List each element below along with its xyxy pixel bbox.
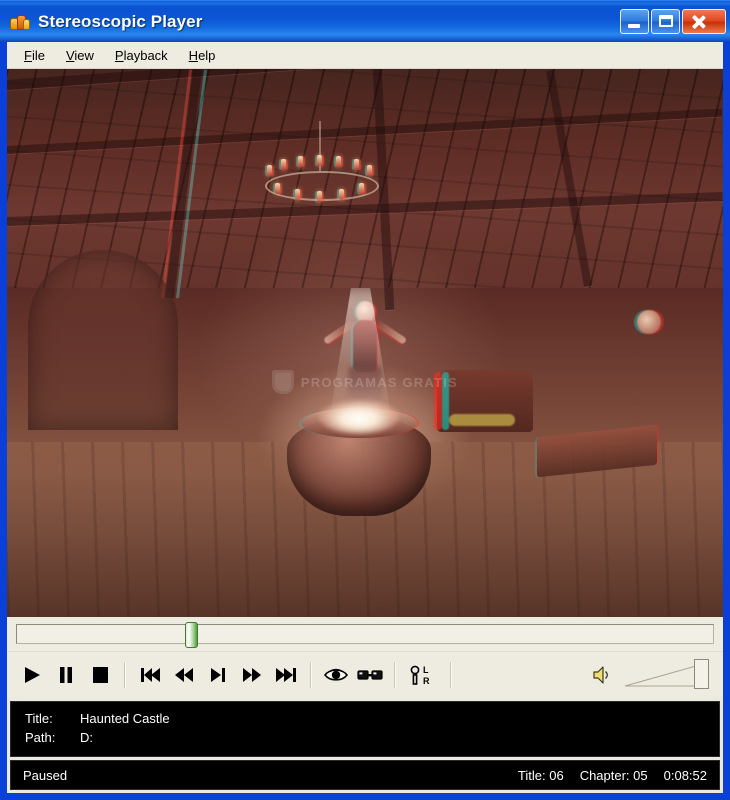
menu-item-playback[interactable]: Playback (106, 45, 177, 66)
menu-item-view[interactable]: View (57, 45, 103, 66)
svg-text:L: L (423, 665, 429, 675)
window-title: Stereoscopic Player (38, 11, 203, 31)
seek-slider[interactable] (16, 622, 714, 648)
info-label-title: Title: (25, 711, 53, 726)
maximize-button[interactable] (651, 9, 680, 34)
armchair (433, 370, 533, 433)
stop-icon (93, 666, 108, 683)
menu-rest-help: elp (198, 47, 216, 63)
title-bar[interactable]: Stereoscopic Player (0, 0, 730, 42)
navigation-controls-group (133, 658, 303, 692)
maximize-icon (659, 15, 673, 27)
anaglyph-glasses-button[interactable] (353, 658, 387, 692)
toolbar-separator (394, 661, 396, 688)
transport-toolbar: L R (7, 651, 723, 697)
app-icon (10, 12, 30, 32)
fast-forward-button[interactable] (235, 658, 269, 692)
menu-rest-file: ile (31, 47, 45, 63)
speaker-icon (593, 665, 609, 684)
status-chapter: Chapter: 05 (579, 767, 648, 783)
play-icon (25, 666, 40, 683)
viewing-mode-button[interactable] (319, 658, 353, 692)
rewind-icon (175, 667, 193, 682)
menu-accel-file: F (24, 47, 32, 63)
window-controls (620, 9, 726, 34)
pause-icon (60, 666, 72, 683)
svg-text:R: R (423, 676, 430, 686)
video-frame: PROGRAMAS GRATIS (7, 69, 723, 617)
menu-bar: File View Playback Help (7, 42, 723, 69)
menu-accel-playback: P (114, 47, 124, 63)
menu-item-help[interactable]: Help (180, 45, 225, 66)
pause-button[interactable] (49, 658, 83, 692)
media-info-panel: Title: Haunted Castle Path: D: (10, 701, 720, 757)
info-row-title: Title: Haunted Castle (25, 709, 719, 728)
cauldron-glow (319, 399, 400, 434)
menu-rest-view: iew (74, 47, 94, 63)
rewind-button[interactable] (167, 658, 201, 692)
seek-bar-row (7, 617, 723, 651)
stop-button[interactable] (83, 658, 117, 692)
close-button[interactable] (682, 9, 726, 34)
toolbar-separator (310, 661, 312, 688)
info-row-path: Path: D: (25, 728, 719, 747)
fast-forward-icon (243, 667, 261, 682)
anaglyph-fringe-cyan (441, 372, 449, 431)
menu-accel-help: H (188, 47, 199, 63)
status-right-group: Title: 06 Chapter: 05 0:08:52 (518, 768, 707, 783)
eye-icon (324, 668, 348, 681)
chandelier (264, 121, 379, 209)
volume-slider-thumb[interactable] (694, 658, 709, 689)
title-bar-left: Stereoscopic Player (10, 12, 620, 32)
mute-button[interactable] (585, 658, 619, 692)
glasses-icon (357, 669, 383, 680)
stereo-controls-group (319, 658, 387, 692)
info-value-title: Haunted Castle (80, 711, 170, 726)
swap-left-right-button[interactable]: L R (403, 658, 443, 692)
skip-forward-icon (276, 667, 296, 682)
seek-slider-thumb[interactable] (185, 622, 198, 648)
minimize-icon (628, 24, 640, 28)
client-area: File View Playback Help PROGRAMAS GRATIS… (7, 42, 723, 793)
watermark-logo-icon (271, 370, 294, 395)
status-time: 0:08:52 (663, 767, 707, 783)
info-value-path: D: (80, 730, 93, 745)
volume-slider[interactable] (623, 658, 711, 690)
playback-controls-group (15, 658, 117, 692)
wall-sconce (637, 310, 662, 335)
video-display[interactable]: PROGRAMAS GRATIS (7, 69, 723, 617)
stereoscopic-player-window: Stereoscopic Player File View Playback H… (0, 0, 730, 800)
stone-arch (28, 249, 179, 430)
minimize-button[interactable] (620, 9, 649, 34)
left-right-switch-icon: L R (410, 665, 430, 686)
cauldron (279, 398, 439, 518)
status-state: Paused (23, 767, 68, 783)
step-forward-icon (211, 667, 225, 682)
play-button[interactable] (15, 658, 49, 692)
toolbar-separator (450, 661, 452, 688)
toolbar-separator (124, 661, 126, 688)
menu-rest-playback: layback (123, 47, 168, 63)
skip-forward-button[interactable] (269, 658, 303, 692)
step-forward-button[interactable] (201, 658, 235, 692)
skip-back-button[interactable] (133, 658, 167, 692)
menu-item-file[interactable]: File (15, 45, 54, 66)
skip-back-icon (141, 667, 160, 682)
status-bar: Paused Title: 06 Chapter: 05 0:08:52 (10, 760, 720, 790)
info-label-path: Path: (25, 730, 56, 745)
swap-controls-group: L R (403, 658, 443, 692)
status-title: Title: 06 (517, 767, 564, 783)
